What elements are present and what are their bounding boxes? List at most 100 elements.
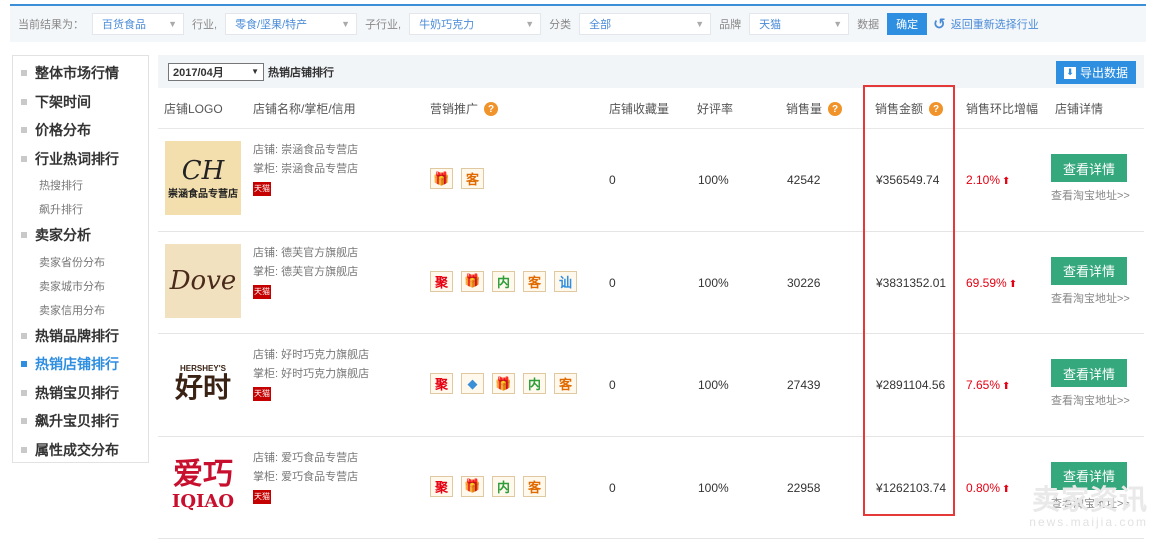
promo-badges: 聚🎁内客讪 — [430, 271, 577, 292]
promo-badge-icon: 聚 — [430, 373, 453, 394]
promo-badges: 🎁客 — [430, 168, 484, 189]
month-value: 2017/04月 — [173, 64, 224, 80]
header-name: 店铺名称/掌柜/信用 — [253, 100, 356, 117]
view-detail-button[interactable]: 查看详情 — [1051, 257, 1127, 285]
shop-info: 店铺: 爱巧食品专营店 掌柜: 爱巧食品专营店 天猫 — [253, 449, 358, 506]
promo-badge-icon: 🎁 — [461, 271, 484, 292]
taobao-link[interactable]: 查看淘宝地址>> — [1051, 290, 1130, 306]
logo-mark: IQIAO — [172, 491, 234, 512]
logo-text: 崇涵食品专营店 — [168, 185, 238, 200]
shop-name: 店铺: 德芙官方旗舰店 — [253, 244, 358, 263]
toolbar: 2017/04月▼ 热销店铺排行 ⬇导出数据 — [158, 55, 1144, 88]
logo-mark: Dove — [170, 266, 237, 296]
tmall-icon: 天猫 — [253, 285, 271, 299]
logo-mark: CH — [182, 157, 225, 185]
growth-value: 69.59% — [966, 276, 1007, 290]
sidebar-item-label: 行业热词排行 — [35, 149, 119, 169]
sidebar-item-label: 下架时间 — [35, 92, 91, 112]
sidebar-item-label: 价格分布 — [35, 120, 91, 140]
watermark: 卖家资讯 news.maijia.com — [1029, 485, 1148, 529]
promo-badges: 聚🎁内客 — [430, 476, 546, 497]
brand-select[interactable]: 天猫▼ — [749, 13, 849, 35]
highlight-box — [863, 85, 955, 516]
filter-bar: 当前结果为： 百货食品▼ 行业, 零食/坚果/特产▼ 子行业, 牛奶巧克力▼ 分… — [10, 4, 1146, 42]
promo-badges: 聚◆🎁内客 — [430, 373, 577, 394]
sidebar-subitem[interactable]: 卖家信用分布 — [13, 298, 148, 322]
growth-cell: 69.59%⬆ — [966, 276, 1017, 290]
sidebar-item[interactable]: 热销宝贝排行 — [13, 379, 148, 408]
promo-badge-icon: ◆ — [461, 373, 484, 394]
sidebar-subitem[interactable]: 卖家城市分布 — [13, 274, 148, 298]
industry-select[interactable]: 零食/坚果/特产 ▼ — [225, 13, 357, 35]
bullet-icon — [21, 70, 27, 76]
sidebar-subitem[interactable]: 热搜排行 — [13, 173, 148, 197]
export-label: 导出数据 — [1080, 64, 1128, 81]
promo-badge-icon: 聚 — [430, 476, 453, 497]
chevron-down-icon: ▼ — [695, 19, 704, 29]
back-arrow-icon: ↺ — [933, 15, 946, 33]
help-icon[interactable]: ? — [828, 102, 842, 116]
sidebar-item[interactable]: 整体市场行情 — [13, 59, 148, 88]
subindustry-select[interactable]: 牛奶巧克力▼ — [409, 13, 541, 35]
classify-label: 分类 — [549, 16, 571, 32]
growth-value: 0.80% — [966, 481, 1000, 495]
sidebar-subitem[interactable]: 飙升排行 — [13, 197, 148, 221]
subindustry-value: 牛奶巧克力 — [419, 16, 474, 32]
arrow-up-icon: ⬆ — [1002, 381, 1010, 392]
watermark-title: 卖家资讯 — [1029, 485, 1148, 515]
header-rating: 好评率 — [697, 100, 733, 117]
bullet-icon — [21, 156, 27, 162]
growth-cell: 2.10%⬆ — [966, 173, 1010, 187]
header-sales-wrap: 销售量? — [786, 100, 842, 117]
shop-info: 店铺: 崇涵食品专营店 掌柜: 崇涵食品专营店 天猫 — [253, 141, 358, 198]
confirm-button[interactable]: 确定 — [887, 13, 927, 35]
sidebar-item[interactable]: 价格分布 — [13, 116, 148, 145]
growth-value: 2.10% — [966, 173, 1000, 187]
table-row: CH 崇涵食品专营店 店铺: 崇涵食品专营店 掌柜: 崇涵食品专营店 天猫 🎁客… — [158, 129, 1144, 232]
industry-label: 行业, — [192, 16, 217, 32]
sidebar-item[interactable]: 热销品牌排行 — [13, 322, 148, 351]
sidebar-subitem[interactable]: 卖家省份分布 — [13, 250, 148, 274]
tmall-icon: 天猫 — [253, 490, 271, 504]
view-detail-button[interactable]: 查看详情 — [1051, 154, 1127, 182]
sidebar-item[interactable]: 属性成交分布 — [13, 436, 148, 465]
shop-logo: 爱巧 IQIAO — [165, 449, 241, 523]
rating: 100% — [698, 173, 729, 187]
table-body: CH 崇涵食品专营店 店铺: 崇涵食品专营店 掌柜: 崇涵食品专营店 天猫 🎁客… — [158, 129, 1144, 539]
back-link[interactable]: ↺返回重新选择行业 — [933, 15, 1039, 33]
sidebar-item-label: 热销宝贝排行 — [35, 383, 119, 403]
view-detail-button[interactable]: 查看详情 — [1051, 359, 1127, 387]
sales-count: 27439 — [787, 378, 820, 392]
export-button[interactable]: ⬇导出数据 — [1056, 61, 1136, 84]
classify-select[interactable]: 全部▼ — [579, 13, 711, 35]
logo-text: 好时 — [175, 373, 231, 403]
sidebar-item[interactable]: 行业热词排行 — [13, 145, 148, 174]
help-icon[interactable]: ? — [484, 102, 498, 116]
sidebar-item[interactable]: 热销店铺排行 — [13, 350, 148, 379]
main-panel: 2017/04月▼ 热销店铺排行 ⬇导出数据 店铺LOGO 店铺名称/掌柜/信用… — [158, 55, 1144, 531]
promo-badge-icon: 客 — [554, 373, 577, 394]
sidebar-item[interactable]: 飙升宝贝排行 — [13, 407, 148, 436]
shop-keeper: 掌柜: 好时巧克力旗舰店 — [253, 365, 369, 384]
chevron-down-icon: ▼ — [341, 19, 350, 29]
taobao-link[interactable]: 查看淘宝地址>> — [1051, 392, 1130, 408]
taobao-link[interactable]: 查看淘宝地址>> — [1051, 187, 1130, 203]
sales-count: 22958 — [787, 481, 820, 495]
page-title: 热销店铺排行 — [268, 64, 334, 80]
chevron-down-icon: ▼ — [833, 19, 842, 29]
fav-count: 0 — [609, 173, 616, 187]
sidebar-item-label: 整体市场行情 — [35, 63, 119, 83]
arrow-up-icon: ⬆ — [1002, 176, 1010, 187]
shop-keeper: 掌柜: 爱巧食品专营店 — [253, 468, 358, 487]
industry-value: 零食/坚果/特产 — [235, 16, 307, 32]
header-fav: 店铺收藏量 — [609, 100, 669, 117]
sidebar-item-label: 热销品牌排行 — [35, 326, 119, 346]
sidebar-item[interactable]: 下架时间 — [13, 88, 148, 117]
sidebar: 整体市场行情下架时间价格分布行业热词排行热搜排行飙升排行卖家分析卖家省份分布卖家… — [12, 55, 149, 463]
bullet-icon — [21, 333, 27, 339]
promo-badge-icon: 🎁 — [430, 168, 453, 189]
sidebar-item[interactable]: 卖家分析 — [13, 221, 148, 250]
category-select[interactable]: 百货食品▼ — [92, 13, 184, 35]
header-promo: 营销推广 — [430, 102, 478, 116]
month-select[interactable]: 2017/04月▼ — [168, 63, 264, 81]
